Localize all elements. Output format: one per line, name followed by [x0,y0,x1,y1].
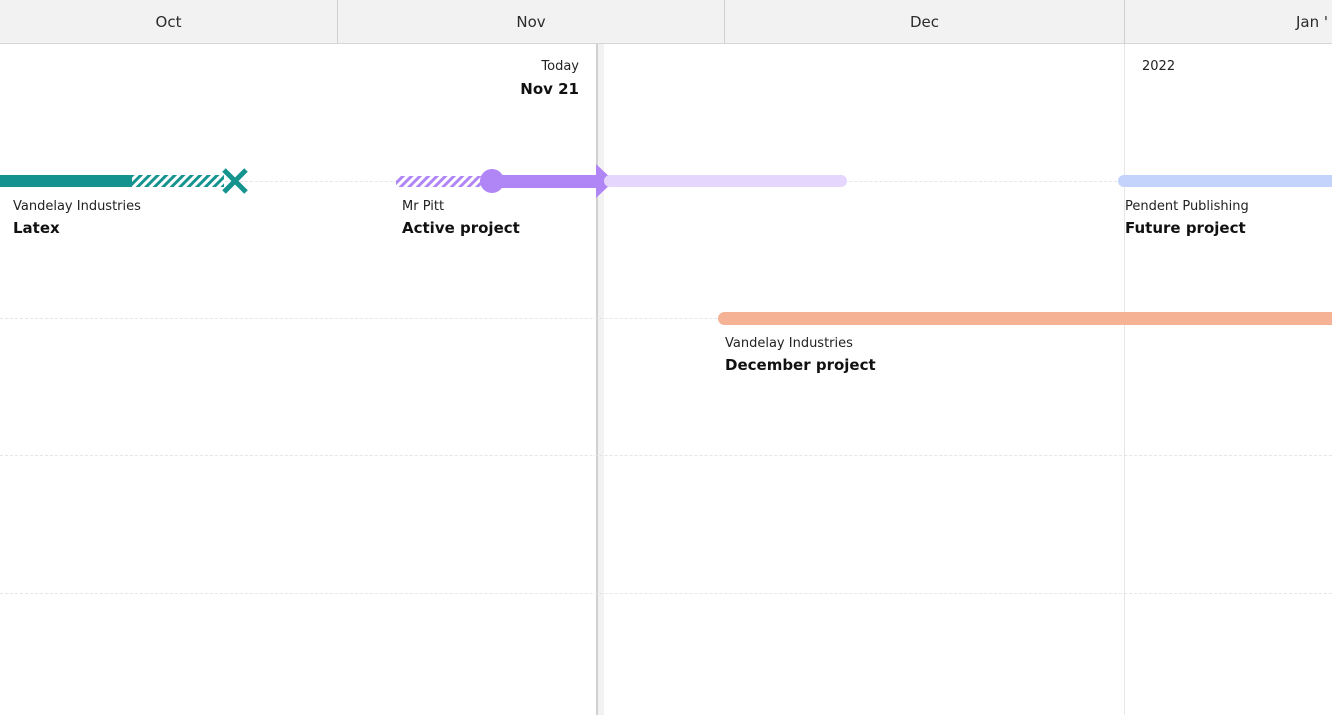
latex-solid-segment [0,175,132,187]
project-name-december[interactable]: December project [725,356,876,374]
project-name-future[interactable]: Future project [1125,219,1246,237]
active-hatched-segment [396,176,492,187]
project-client-future: Pendent Publishing [1125,199,1249,214]
project-name-active[interactable]: Active project [402,219,520,237]
project-client-latex: Vandelay Industries [13,199,141,214]
project-bar-future[interactable] [1118,175,1332,187]
active-remaining-segment [604,175,847,187]
latex-hatched-segment [132,175,224,187]
project-bar-active[interactable] [396,164,847,198]
active-start-dot-icon [480,169,504,193]
project-bar-latex[interactable] [0,168,248,194]
timeline-bars [0,164,1332,325]
cancel-x-icon [222,168,248,194]
project-client-active: Mr Pitt [402,199,445,214]
project-client-december: Vandelay Industries [725,336,853,351]
project-bar-december[interactable] [718,312,1332,325]
project-name-latex[interactable]: Latex [13,219,60,237]
active-solid-segment [492,175,598,188]
